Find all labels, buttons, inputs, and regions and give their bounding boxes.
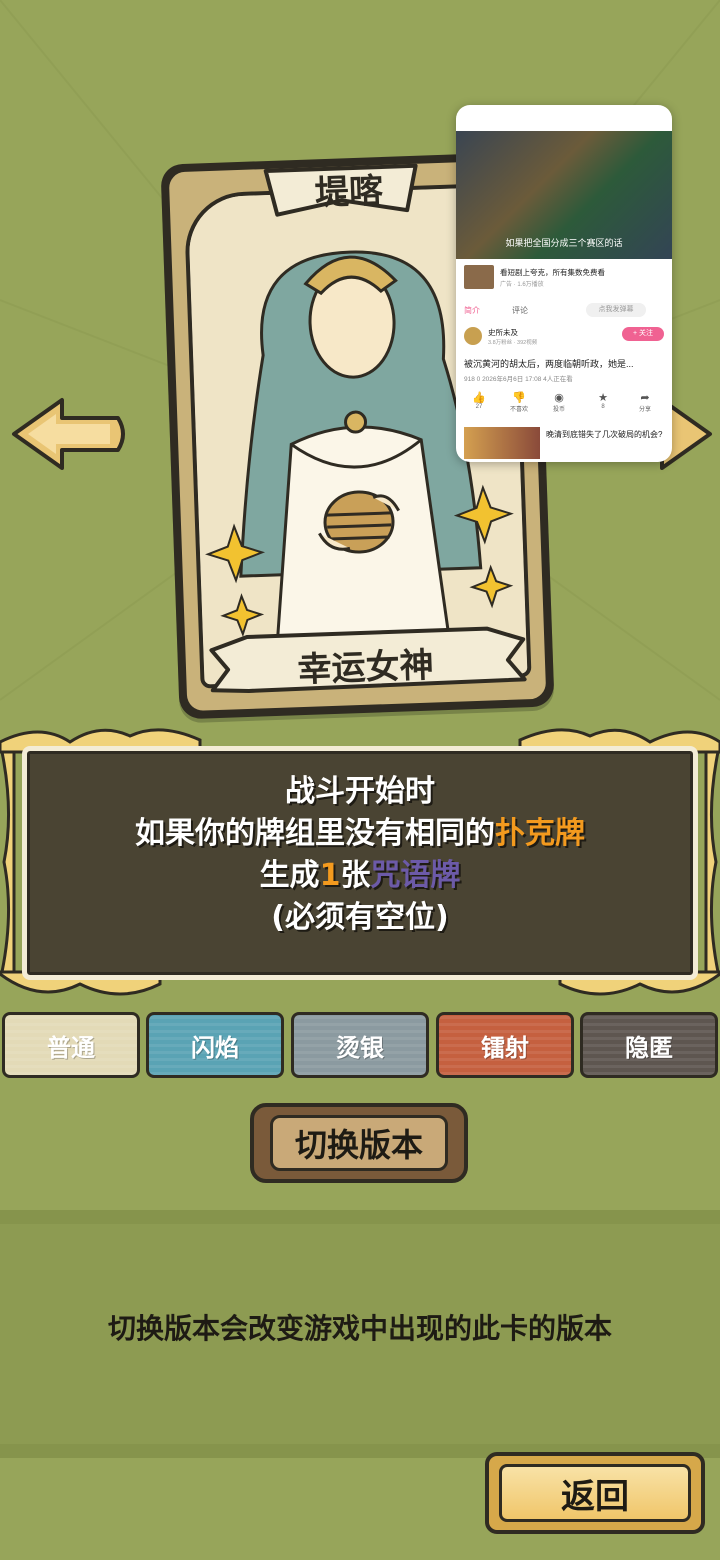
effect-line-3-mid: 张 (340, 858, 371, 893)
version-info-text: 切换版本会改变游戏中出现的此卡的版本 (107, 1312, 612, 1345)
video-player[interactable]: 如果把全国分成三个赛区的话 (456, 131, 672, 259)
version-hidden-label: 隐匿 (625, 1033, 673, 1062)
back-button[interactable]: 返回 (485, 1452, 705, 1534)
description-panel: 战斗开始时 如果你的牌组里没有相同的扑克牌 生成1张咒语牌 (必须有空位) (0, 728, 720, 996)
version-normal-label: 普通 (47, 1033, 95, 1062)
share-icon: ➦ (640, 392, 650, 404)
effect-line-2: 如果你的牌组里没有相同的扑克牌 (27, 813, 693, 855)
effect-line-3: 生成1张咒语牌 (27, 855, 693, 897)
ad-thumbnail (464, 265, 494, 289)
prev-card-arrow-icon[interactable] (10, 396, 126, 472)
author-row: 史所未及 3.8万粉丝 · 392视频 + 关注 (464, 325, 664, 351)
back-button-face: 返回 (499, 1464, 691, 1522)
video-title: 被沉黄河的胡太后，两度临朝听政，她是... (464, 359, 634, 369)
danmaku-input[interactable]: 点我发弹幕 (586, 303, 646, 317)
floating-video-popup[interactable]: 如果把全国分成三个赛区的话 看短剧上夸克，所有集数免费看 广告 · 1.6万播放… (456, 105, 672, 462)
effect-line-4: (必须有空位) (271, 900, 449, 935)
action-label: 不喜欢 (509, 407, 528, 413)
version-silver-label: 烫银 (336, 1033, 384, 1062)
popup-tabs: 简介 评论 点我发弹幕 (464, 303, 664, 321)
coin-icon: ◉ (554, 392, 564, 404)
action-1[interactable]: 👎 不喜欢 (504, 391, 534, 413)
action-3[interactable]: ★ 8 (588, 391, 618, 410)
keyword-poker-card: 扑克牌 (495, 816, 585, 851)
thumbs-up-icon: 👍 (472, 392, 486, 404)
version-selector: 普通 闪焰 烫银 镭射 隐匿 (0, 1012, 720, 1082)
author-avatar[interactable] (464, 327, 482, 345)
action-label: 27 (475, 404, 483, 410)
tab-comments[interactable]: 评论 (512, 305, 528, 316)
action-4[interactable]: ➦ 分享 (630, 391, 660, 413)
switch-version-label: 切换版本 (294, 1126, 423, 1164)
video-meta: 918 0 2026年6月6日 17:08 4人正在看 (464, 376, 573, 383)
version-laser-label: 镭射 (481, 1033, 529, 1062)
switch-version-button[interactable]: 切换版本 (250, 1103, 468, 1183)
star-icon: ★ (598, 392, 608, 404)
description-box: 战斗开始时 如果你的牌组里没有相同的扑克牌 生成1张咒语牌 (必须有空位) (22, 746, 698, 980)
recommended-thumbnail (464, 427, 540, 459)
video-actions: 👍 27 👎 不喜欢 ◉ 投币 ★ 8 ➦ 分享 (464, 391, 664, 419)
card-effect-text: 战斗开始时 如果你的牌组里没有相同的扑克牌 生成1张咒语牌 (必须有空位) (27, 771, 693, 939)
ad-banner[interactable]: 看短剧上夸克，所有集数免费看 广告 · 1.6万播放 (464, 263, 664, 293)
ad-title: 看短剧上夸克，所有集数免费看 (500, 268, 605, 277)
back-label: 返回 (561, 1476, 629, 1517)
effect-count: 1 (319, 858, 341, 893)
tab-intro[interactable]: 简介 (464, 305, 480, 316)
recommended-title: 晚清到底错失了几次破局的机会? (546, 430, 663, 439)
video-caption: 如果把全国分成三个赛区的话 (505, 238, 623, 248)
follow-button[interactable]: + 关注 (622, 327, 664, 341)
keyword-spell-card: 咒语牌 (370, 858, 461, 893)
ad-subtitle: 广告 · 1.6万播放 (500, 282, 544, 288)
version-flash-label: 闪焰 (191, 1033, 239, 1062)
version-silver-button[interactable]: 烫银 (291, 1012, 429, 1078)
action-2[interactable]: ◉ 投币 (544, 391, 574, 413)
version-laser-button[interactable]: 镭射 (436, 1012, 574, 1078)
effect-line-2-text: 如果你的牌组里没有相同的 (135, 816, 495, 851)
author-stats: 3.8万粉丝 · 392视频 (488, 340, 538, 346)
action-label: 投币 (552, 407, 565, 413)
action-0[interactable]: 👍 27 (464, 391, 494, 410)
version-normal-button[interactable]: 普通 (2, 1012, 140, 1078)
version-flash-button[interactable]: 闪焰 (146, 1012, 284, 1078)
thumbs-down-icon: 👎 (512, 392, 526, 404)
action-label: 8 (601, 404, 605, 410)
author-name[interactable]: 史所未及 (488, 327, 518, 338)
effect-line-3-text: 生成 (259, 858, 320, 893)
recommended-video[interactable]: 晚清到底错失了几次破局的机会? (464, 427, 664, 459)
action-label: 分享 (638, 407, 651, 413)
effect-line-1: 战斗开始时 (285, 774, 435, 809)
version-hidden-button[interactable]: 隐匿 (580, 1012, 718, 1078)
